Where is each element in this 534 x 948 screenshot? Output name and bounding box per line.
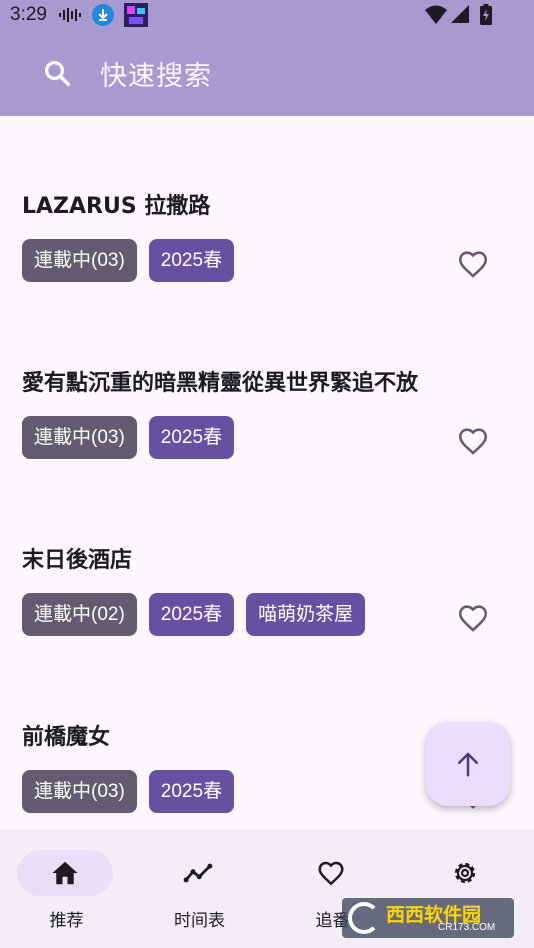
list-item[interactable]: 愛有點沉重的暗黑精靈從異世界緊追不放 連載中(03) 2025春 bbox=[0, 365, 534, 542]
wifi-icon bbox=[425, 5, 447, 24]
status-time: 3:29 bbox=[10, 4, 47, 25]
item-title[interactable]: 愛有點沉重的暗黑精靈從異世界緊追不放 bbox=[22, 365, 418, 397]
gear-icon[interactable] bbox=[450, 858, 480, 888]
nav-label[interactable]: 时间表 bbox=[133, 906, 266, 931]
status-tag[interactable]: 連載中(02) bbox=[22, 593, 137, 636]
favorite-heart-icon[interactable] bbox=[456, 247, 490, 281]
audio-wave-icon bbox=[59, 8, 81, 22]
nav-item-schedule[interactable]: 时间表 bbox=[133, 830, 266, 948]
season-tag[interactable]: 2025春 bbox=[148, 239, 235, 282]
favorite-heart-icon[interactable] bbox=[456, 424, 490, 458]
tag-group: 連載中(03) 2025春 bbox=[22, 239, 235, 282]
heart-icon[interactable] bbox=[316, 858, 346, 888]
item-title[interactable]: 前橋魔女 bbox=[22, 719, 110, 751]
scroll-to-top-button[interactable] bbox=[426, 722, 510, 806]
status-tag[interactable]: 連載中(03) bbox=[22, 770, 137, 813]
app-thumbnail-icon bbox=[124, 3, 148, 27]
watermark-subtext: CR173.COM bbox=[438, 922, 496, 933]
trend-icon[interactable] bbox=[183, 858, 213, 888]
season-tag[interactable]: 2025春 bbox=[148, 770, 235, 813]
search-bar[interactable]: 快速搜索 bbox=[0, 30, 534, 116]
battery-icon bbox=[480, 4, 492, 25]
status-tag[interactable]: 連載中(03) bbox=[22, 416, 137, 459]
tag-group: 連載中(03) 2025春 bbox=[22, 416, 235, 459]
item-title[interactable]: 末日後酒店 bbox=[22, 542, 132, 574]
list-item[interactable]: LAZARUS 拉撒路 連載中(03) 2025春 bbox=[0, 188, 534, 365]
nav-label[interactable]: 推荐 bbox=[0, 906, 133, 931]
status-tag[interactable]: 連載中(03) bbox=[22, 239, 137, 282]
download-icon bbox=[92, 4, 114, 26]
nav-item-recommend[interactable]: 推荐 bbox=[0, 830, 133, 948]
search-icon[interactable] bbox=[42, 58, 72, 88]
watermark-logo-icon bbox=[348, 902, 380, 934]
item-title[interactable]: LAZARUS 拉撒路 bbox=[22, 188, 210, 220]
signal-icon bbox=[451, 5, 469, 23]
tag-group: 連載中(02) 2025春 喵萌奶茶屋 bbox=[22, 593, 366, 636]
home-icon[interactable] bbox=[50, 858, 80, 888]
tag-group: 連載中(03) 2025春 bbox=[22, 770, 235, 813]
season-tag[interactable]: 2025春 bbox=[148, 416, 235, 459]
favorite-heart-icon[interactable] bbox=[456, 601, 490, 635]
search-placeholder[interactable]: 快速搜索 bbox=[100, 54, 212, 93]
list-item[interactable]: 末日後酒店 連載中(02) 2025春 喵萌奶茶屋 bbox=[0, 542, 534, 719]
season-tag[interactable]: 2025春 bbox=[148, 593, 235, 636]
arrow-up-icon bbox=[458, 752, 478, 777]
fansub-group-tag[interactable]: 喵萌奶茶屋 bbox=[246, 593, 366, 636]
status-bar: 3:29 bbox=[0, 0, 534, 30]
site-watermark: 西西软件园 CR173.COM bbox=[342, 898, 514, 938]
